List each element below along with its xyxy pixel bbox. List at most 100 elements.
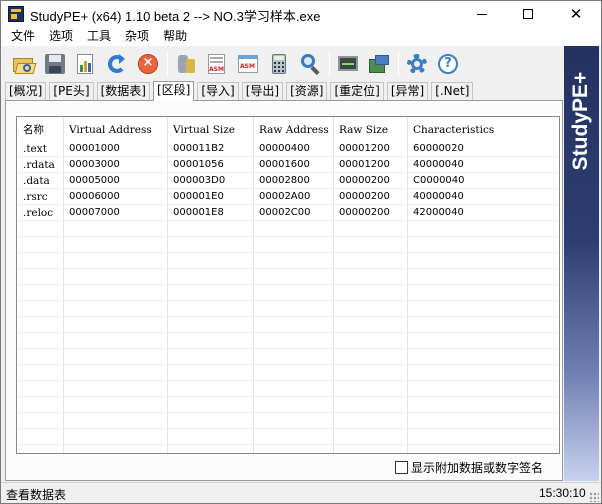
table-row-divider bbox=[17, 412, 559, 413]
table-cell-col-raw-address[interactable]: 00002A00 bbox=[255, 189, 310, 205]
table-cell-col-raw-size[interactable]: 00000200 bbox=[335, 205, 390, 221]
banner-logo-text: StudyPE+ bbox=[569, 71, 592, 171]
table-cell-col-virtual-address[interactable]: 00003000 bbox=[65, 157, 120, 173]
table-header-col-virtual-size[interactable]: Virtual Size bbox=[169, 122, 235, 138]
overlay-signature-option[interactable]: 显示附加数据或数字签名 bbox=[395, 459, 543, 475]
settings-button[interactable] bbox=[403, 50, 431, 78]
save-button[interactable] bbox=[41, 50, 69, 78]
table-cell-col-characteristics[interactable]: 40000040 bbox=[409, 189, 464, 205]
table-cell-col-virtual-address[interactable]: 00005000 bbox=[65, 173, 120, 189]
close-icon: ✕ bbox=[569, 4, 583, 23]
table-cell-col-virtual-address[interactable]: 00001000 bbox=[65, 141, 120, 157]
table-row-divider bbox=[17, 236, 559, 237]
table-cell-col-raw-size[interactable]: 00001200 bbox=[335, 157, 390, 173]
refresh-icon bbox=[106, 53, 128, 75]
resize-grip-icon[interactable] bbox=[589, 492, 599, 502]
table-cell-col-name[interactable]: .rsrc bbox=[19, 189, 48, 205]
screen-button[interactable] bbox=[334, 50, 362, 78]
table-cell-col-raw-address[interactable]: 00002800 bbox=[255, 173, 310, 189]
table-cell-col-raw-size[interactable]: 00000200 bbox=[335, 189, 390, 205]
tab-imports[interactable]: [导入] bbox=[197, 82, 239, 100]
table-cell-col-characteristics[interactable]: 42000040 bbox=[409, 205, 464, 221]
close-button[interactable]: ✕ bbox=[553, 1, 599, 27]
show-overlay-checkbox[interactable] bbox=[395, 460, 408, 474]
window-title: StudyPE+ (x64) 1.10 beta 2 --> NO.3学习样本.… bbox=[30, 9, 321, 24]
table-cell-col-name[interactable]: .rdata bbox=[19, 157, 55, 173]
table-cell-col-raw-size[interactable]: 00000200 bbox=[335, 173, 390, 189]
tab-exceptions[interactable]: [异常] bbox=[386, 82, 429, 100]
menu-file[interactable]: 文件 bbox=[4, 27, 42, 46]
tab-overview[interactable]: [概况] bbox=[5, 82, 47, 100]
settings-gear-icon bbox=[406, 53, 428, 75]
table-column-divider bbox=[167, 117, 168, 453]
table-cell-col-name[interactable]: .data bbox=[19, 173, 50, 189]
save-icon bbox=[44, 53, 66, 75]
asm-icon: ASM bbox=[206, 53, 228, 75]
status-bar: 查看数据表 15:30:10 bbox=[1, 482, 601, 503]
table-cell-col-raw-size[interactable]: 00001200 bbox=[335, 141, 390, 157]
sections-table-body: 名称 Virtual Address Virtual Size Raw Address… bbox=[17, 117, 559, 453]
database-button[interactable] bbox=[172, 50, 200, 78]
table-cell-col-name[interactable]: .text bbox=[19, 141, 47, 157]
tab-resources[interactable]: [资源] bbox=[286, 82, 328, 100]
title-bar[interactable]: StudyPE+ (x64) 1.10 beta 2 --> NO.3学习样本.… bbox=[1, 1, 601, 27]
menu-misc[interactable]: 杂项 bbox=[118, 27, 156, 46]
table-column-divider bbox=[559, 117, 560, 453]
table-cell-col-raw-address[interactable]: 00000400 bbox=[255, 141, 310, 157]
tab-data-directories[interactable]: [数据表] bbox=[96, 82, 150, 100]
maximize-button[interactable] bbox=[505, 1, 551, 27]
minimize-button[interactable] bbox=[459, 1, 505, 27]
table-row-divider bbox=[17, 268, 559, 269]
tab-sections[interactable]: [区段] bbox=[152, 81, 195, 101]
sections-table[interactable]: 名称 Virtual Address Virtual Size Raw Address… bbox=[16, 116, 560, 454]
table-row-divider bbox=[17, 300, 559, 301]
table-header-col-virtual-address[interactable]: Virtual Address bbox=[65, 122, 152, 138]
export-button[interactable] bbox=[365, 50, 393, 78]
table-cell-col-characteristics[interactable]: C0000040 bbox=[409, 173, 465, 189]
table-header-col-raw-address[interactable]: Raw Address bbox=[255, 122, 329, 138]
table-cell-col-virtual-size[interactable]: 000003D0 bbox=[169, 173, 225, 189]
table-cell-col-virtual-size[interactable]: 000001E0 bbox=[169, 189, 224, 205]
refresh-button[interactable] bbox=[103, 50, 131, 78]
table-cell-col-virtual-size[interactable]: 00001056 bbox=[169, 157, 224, 173]
tab-relocations[interactable]: [重定位] bbox=[330, 82, 384, 100]
toolbar: × ASM ASM ? bbox=[1, 46, 563, 81]
calculator-icon bbox=[268, 53, 290, 75]
report-button[interactable] bbox=[72, 50, 100, 78]
table-cell-col-name[interactable]: .reloc bbox=[19, 205, 53, 221]
open-file-button[interactable] bbox=[10, 50, 38, 78]
table-cell-col-raw-address[interactable]: 00002C00 bbox=[255, 205, 311, 221]
table-cell-col-virtual-address[interactable]: 00007000 bbox=[65, 205, 120, 221]
table-row-divider bbox=[17, 364, 559, 365]
menu-help[interactable]: 帮助 bbox=[156, 27, 194, 46]
help-button[interactable]: ? bbox=[434, 50, 462, 78]
table-cell-col-virtual-address[interactable]: 00006000 bbox=[65, 189, 120, 205]
tab-exports[interactable]: [导出] bbox=[241, 82, 284, 100]
table-column-divider bbox=[407, 117, 408, 453]
table-header-col-characteristics[interactable]: Characteristics bbox=[409, 122, 494, 138]
menu-options[interactable]: 选项 bbox=[42, 27, 80, 46]
table-cell-col-raw-address[interactable]: 00001600 bbox=[255, 157, 310, 173]
asm-disassemble-button[interactable]: ASM bbox=[234, 50, 262, 78]
tab-pe-header[interactable]: [PE头] bbox=[49, 82, 94, 100]
table-cell-col-virtual-size[interactable]: 000011B2 bbox=[169, 141, 224, 157]
calculator-button[interactable] bbox=[265, 50, 293, 78]
asm-button[interactable]: ASM bbox=[203, 50, 231, 78]
table-cell-col-characteristics[interactable]: 40000040 bbox=[409, 157, 464, 173]
stop-button[interactable]: × bbox=[134, 50, 162, 78]
toolbar-separator bbox=[167, 50, 168, 77]
tab-dotnet[interactable]: [.Net] bbox=[431, 82, 474, 100]
table-row-divider bbox=[17, 396, 559, 397]
table-column-divider bbox=[63, 117, 64, 453]
table-cell-col-virtual-size[interactable]: 000001E8 bbox=[169, 205, 224, 221]
search-button[interactable] bbox=[296, 50, 324, 78]
open-file-icon bbox=[13, 53, 37, 75]
database-icon bbox=[175, 53, 197, 75]
table-cell-col-characteristics[interactable]: 60000020 bbox=[409, 141, 464, 157]
menu-tools[interactable]: 工具 bbox=[80, 27, 118, 46]
studype-banner: StudyPE+ bbox=[564, 46, 599, 481]
asm-disassemble-icon: ASM bbox=[237, 53, 259, 75]
table-header-col-raw-size[interactable]: Raw Size bbox=[335, 122, 388, 138]
stop-icon: × bbox=[137, 53, 159, 75]
table-header-col-name[interactable]: 名称 bbox=[19, 122, 44, 138]
